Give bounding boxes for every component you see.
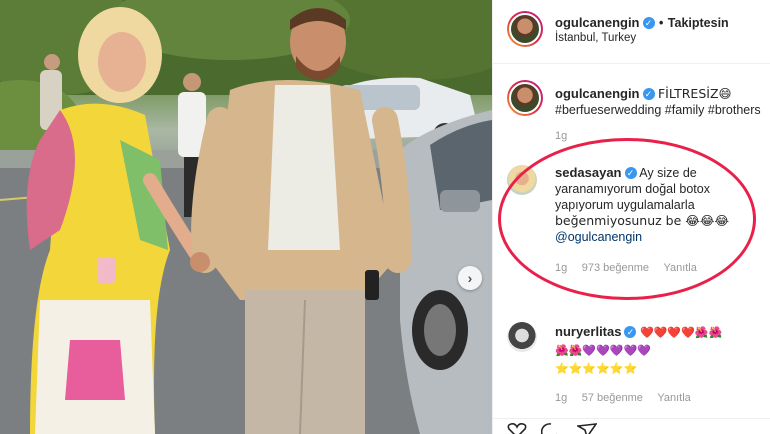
commenter-avatar[interactable]: [507, 165, 537, 195]
share-icon[interactable]: [577, 423, 597, 434]
comment-time[interactable]: 1g: [555, 392, 567, 404]
comment-text-line: beğenmiyosunuz be 😂😂😂: [555, 213, 730, 228]
post-action-bar: [493, 418, 770, 434]
comment-likes[interactable]: 973 beğenme: [582, 262, 649, 274]
post-location[interactable]: İstanbul, Turkey: [555, 32, 636, 44]
reply-button[interactable]: Yanıtla: [657, 392, 690, 404]
comment-text-line: Ay size de: [639, 166, 697, 180]
comment-text-line: yaranamıyorum doğal botox: [555, 182, 710, 196]
commenter-username[interactable]: nuryerlitas: [555, 324, 621, 339]
carousel-next-button[interactable]: ›: [458, 266, 482, 290]
verified-badge-icon: ✓: [642, 88, 655, 100]
comment-time[interactable]: 1g: [555, 262, 567, 274]
comment-bubble-icon[interactable]: [541, 423, 561, 434]
comment-emoji-line: 🌺🌺💜💜💜💜💜: [555, 344, 651, 357]
follow-status-button[interactable]: Takiptesin: [668, 16, 729, 30]
chevron-right-icon: ›: [467, 270, 473, 286]
photo-scene: [0, 0, 492, 434]
commenter-avatar[interactable]: [507, 322, 537, 352]
caption-text: FİLTRESİZ😄: [657, 86, 732, 101]
caption-username[interactable]: ogulcanengin: [555, 86, 640, 101]
comment-text-line: yapıyorum uygulamalarla: [555, 198, 695, 212]
caption-hashtags[interactable]: #berfueserwedding #family #brothers: [555, 102, 761, 118]
post-side-panel: ogulcanengin ✓ • Takiptesin İstanbul, Tur…: [492, 0, 770, 434]
reply-button[interactable]: Yanıtla: [663, 262, 696, 274]
caption-time[interactable]: 1g: [555, 130, 567, 142]
author-username[interactable]: ogulcanengin: [555, 15, 640, 30]
comment-mention[interactable]: @ogulcanengin: [555, 229, 760, 245]
verified-badge-icon: ✓: [624, 167, 637, 179]
comment-emoji-line: ⭐⭐⭐⭐⭐⭐: [555, 362, 638, 375]
caption-avatar[interactable]: [507, 80, 543, 116]
post-header: ogulcanengin ✓ • Takiptesin İstanbul, Tur…: [493, 0, 770, 64]
header-separator: •: [658, 16, 664, 30]
verified-badge-icon: ✓: [642, 17, 655, 29]
verified-badge-icon: ✓: [624, 326, 637, 338]
like-heart-icon[interactable]: [507, 423, 527, 434]
commenter-username[interactable]: sedasayan: [555, 165, 622, 180]
comment-emoji-line: ❤️❤️❤️❤️🌺🌺: [639, 326, 723, 339]
post-photo[interactable]: ›: [0, 0, 492, 434]
comment-likes[interactable]: 57 beğenme: [582, 392, 643, 404]
author-avatar[interactable]: [507, 11, 543, 47]
